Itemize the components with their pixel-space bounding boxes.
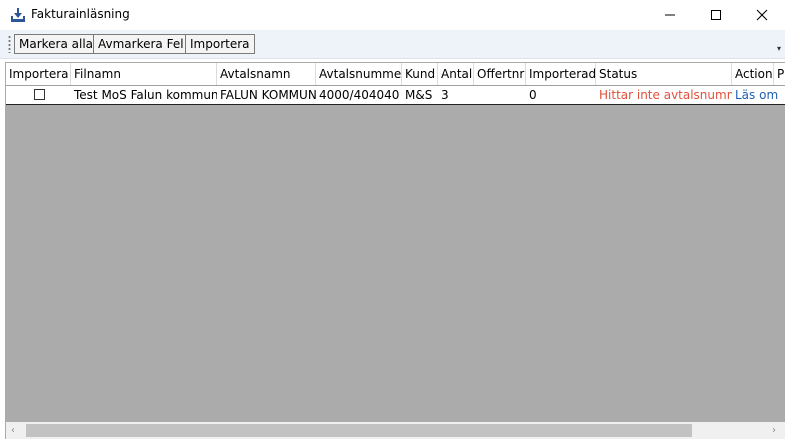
cell-offertnr[interactable] (474, 86, 526, 104)
cell-kund[interactable]: M&S (402, 86, 438, 104)
col-header-avtalsnamn[interactable]: Avtalsnamn (217, 63, 316, 85)
col-header-antal[interactable]: Antal (438, 63, 474, 85)
grid-empty-area (6, 105, 785, 422)
table-row[interactable]: Test MoS Falun kommun II FALUN KOMMUN 40… (6, 86, 785, 105)
close-button[interactable] (739, 0, 785, 30)
toolbar: Markera alla Avmarkera Fel Importera ▾ (0, 30, 785, 59)
minimize-icon (665, 14, 675, 16)
maximize-icon (711, 10, 721, 20)
close-icon (756, 9, 768, 21)
col-header-status[interactable]: Status (596, 63, 732, 85)
cell-antal[interactable]: 3 (438, 86, 474, 104)
horizontal-scrollbar[interactable]: ‹ › (6, 422, 785, 439)
cell-importerad[interactable]: 0 (526, 86, 596, 104)
toolbar-grip[interactable] (8, 35, 11, 53)
cell-filnamn[interactable]: Test MoS Falun kommun II (71, 86, 217, 104)
col-header-importerad[interactable]: Importerad (526, 63, 596, 85)
col-header-avtalsnummer[interactable]: Avtalsnummer (316, 63, 402, 85)
download-icon (11, 8, 25, 22)
cell-status[interactable]: Hittar inte avtalsnummer (596, 86, 732, 104)
import-checkbox[interactable] (34, 89, 45, 100)
minimize-button[interactable] (647, 0, 693, 30)
grid-header: Importera Filnamn Avtalsnamn Avtalsnumme… (6, 63, 785, 86)
cell-avtalsnamn[interactable]: FALUN KOMMUN (217, 86, 316, 104)
window-bottom-edge (0, 439, 785, 443)
window-title: Fakturainläsning (31, 7, 130, 21)
toolbar-overflow-icon[interactable]: ▾ (777, 44, 781, 53)
scrollbar-thumb[interactable] (26, 424, 692, 437)
select-all-button[interactable]: Markera alla (14, 34, 99, 54)
col-header-filnamn[interactable]: Filnamn (71, 63, 217, 85)
scroll-left-icon[interactable]: ‹ (11, 425, 15, 436)
col-header-action[interactable]: Action (732, 63, 774, 85)
scroll-right-icon[interactable]: › (772, 425, 776, 436)
import-button[interactable]: Importera (185, 34, 255, 54)
title-bar: Fakturainläsning (0, 0, 785, 30)
col-header-kund[interactable]: Kund (402, 63, 438, 85)
col-header-importera[interactable]: Importera (6, 63, 71, 85)
maximize-button[interactable] (693, 0, 739, 30)
reload-link[interactable]: Läs om (732, 86, 785, 104)
deselect-errors-button[interactable]: Avmarkera Fel (93, 34, 189, 54)
col-header-p[interactable]: P (774, 63, 785, 85)
col-header-offertnr[interactable]: Offertnr (474, 63, 526, 85)
cell-avtalsnummer[interactable]: 4000/404040 (316, 86, 402, 104)
